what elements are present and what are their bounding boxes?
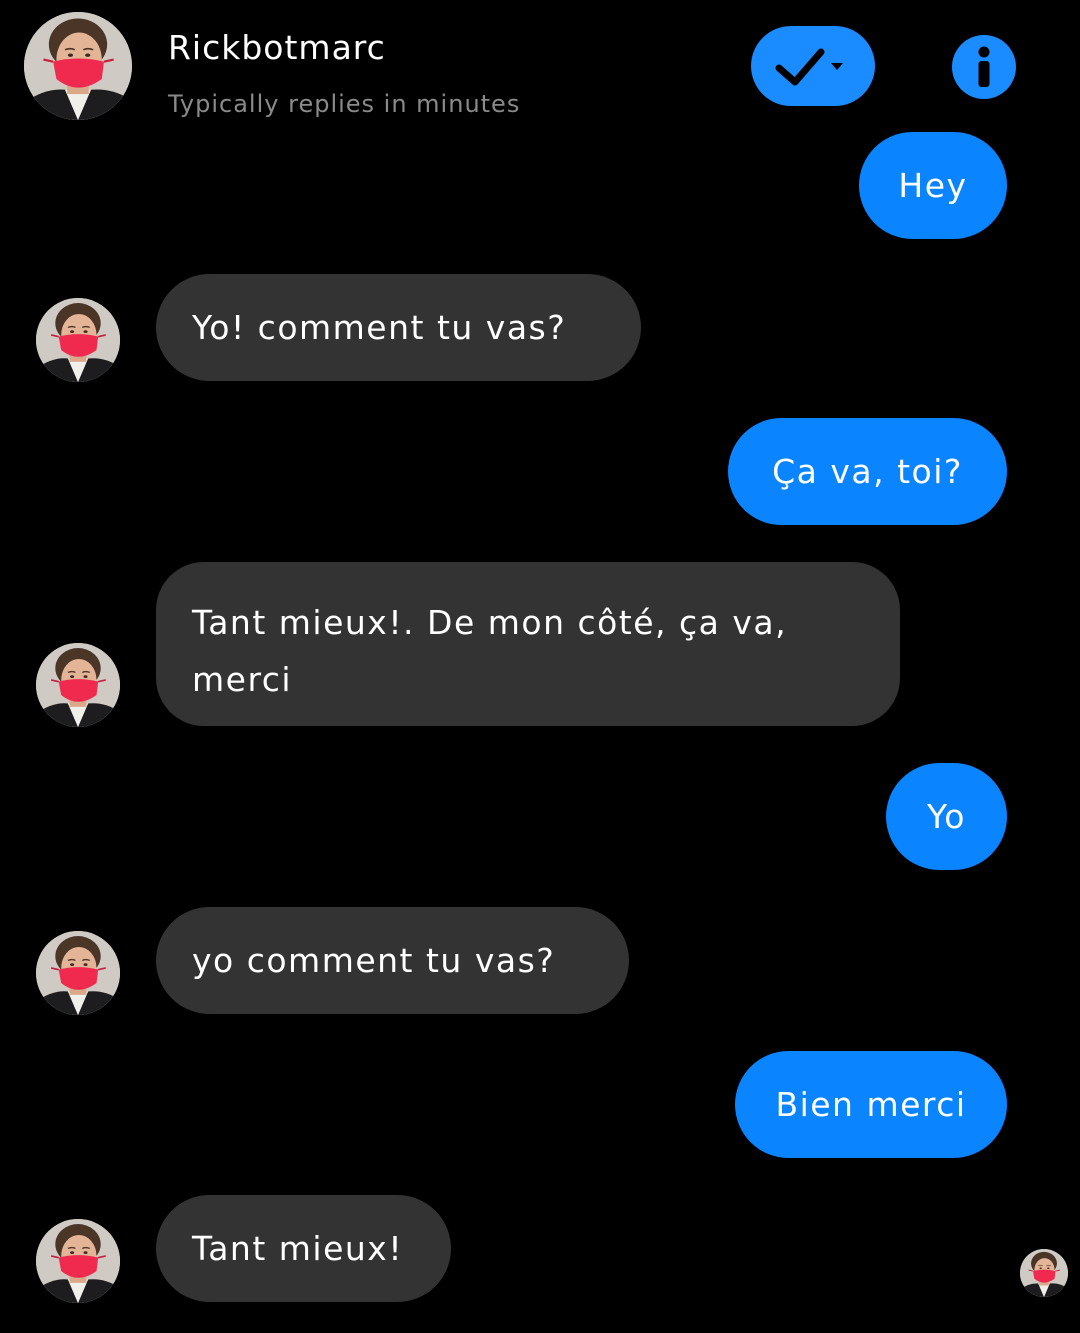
info-icon bbox=[978, 46, 990, 87]
contact-avatar[interactable] bbox=[24, 12, 132, 120]
message-outgoing[interactable]: Hey bbox=[859, 132, 1007, 239]
message-incoming[interactable]: Tant mieux! bbox=[156, 1195, 451, 1302]
contact-avatar-small[interactable] bbox=[36, 643, 120, 727]
contact-name[interactable]: Rickbotmarc bbox=[168, 28, 386, 67]
chat-header: Rickbotmarc Typically replies in minutes bbox=[0, 0, 1080, 150]
contact-avatar-small[interactable] bbox=[36, 298, 120, 382]
message-incoming[interactable]: Yo! comment tu vas? bbox=[156, 274, 641, 381]
contact-avatar-small[interactable] bbox=[36, 1219, 120, 1303]
message-incoming[interactable]: yo comment tu vas? bbox=[156, 907, 629, 1014]
status-dropdown-button[interactable] bbox=[751, 26, 875, 106]
contact-avatar-small[interactable] bbox=[36, 931, 120, 1015]
info-button[interactable] bbox=[952, 35, 1016, 99]
check-dropdown-icon bbox=[775, 48, 843, 86]
message-outgoing[interactable]: Yo bbox=[886, 763, 1007, 870]
message-outgoing[interactable]: Bien merci bbox=[735, 1051, 1007, 1158]
seen-indicator-avatar bbox=[1020, 1249, 1068, 1297]
message-incoming[interactable]: Tant mieux!. De mon côté, ça va, merci bbox=[156, 562, 900, 726]
contact-status: Typically replies in minutes bbox=[168, 90, 521, 118]
message-outgoing[interactable]: Ça va, toi? bbox=[728, 418, 1007, 525]
